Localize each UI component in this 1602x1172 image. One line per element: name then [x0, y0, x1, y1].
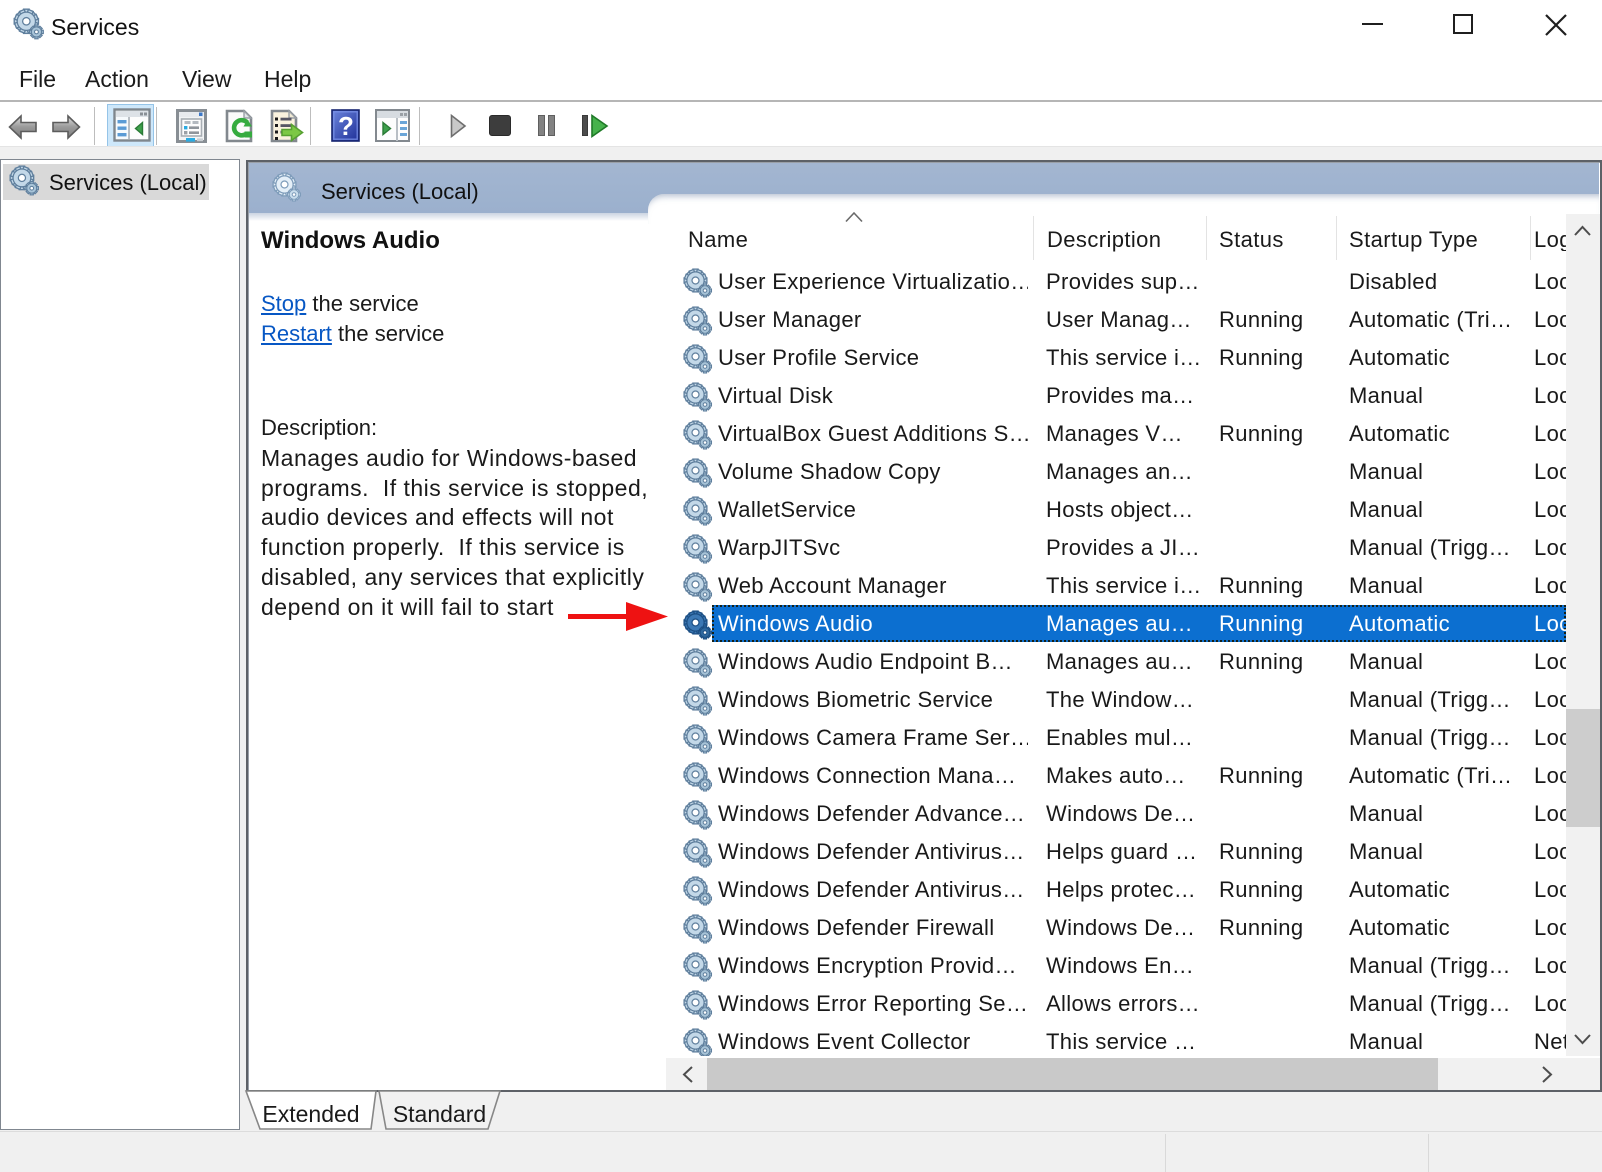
svg-text:?: ? — [338, 111, 354, 141]
